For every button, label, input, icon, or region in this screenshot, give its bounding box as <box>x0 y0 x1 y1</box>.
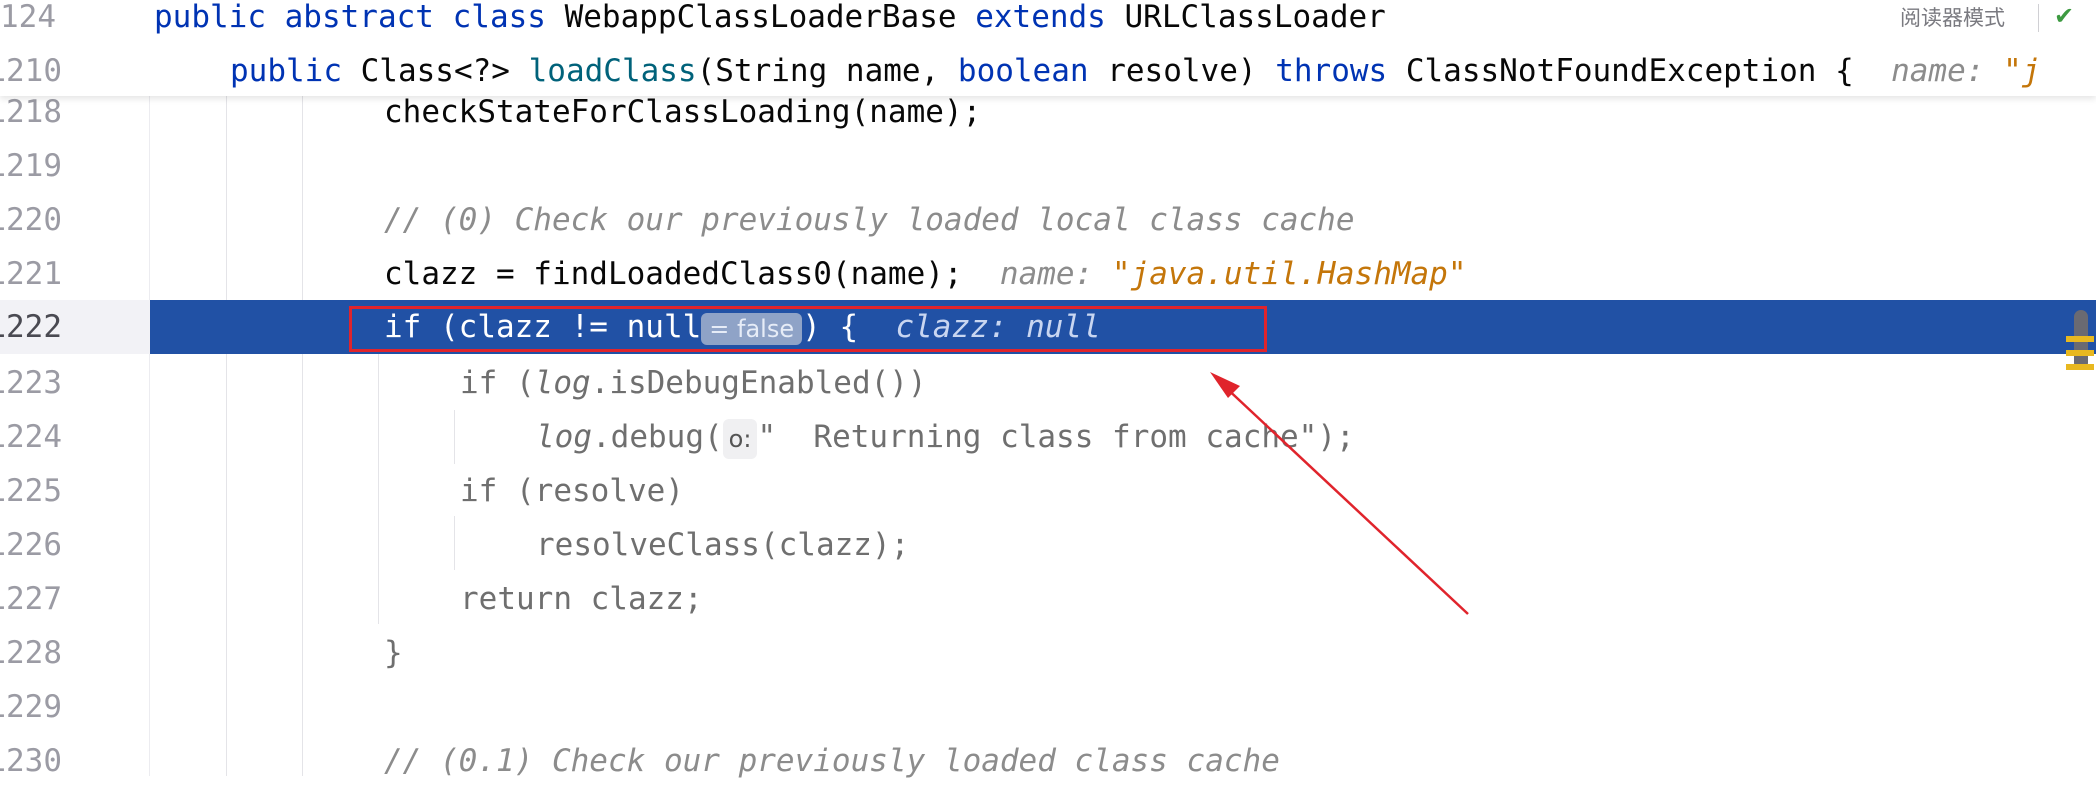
error-stripe-marker[interactable] <box>2066 350 2094 356</box>
toolbar-divider <box>2038 4 2039 32</box>
error-stripe-marker[interactable] <box>2066 364 2094 370</box>
error-stripe-marker[interactable] <box>2066 336 2094 342</box>
reader-mode-button[interactable]: 阅读器模式 <box>1900 2 2005 32</box>
annotation-arrow <box>1210 372 1469 615</box>
check-icon[interactable]: ✔ <box>2054 2 2074 30</box>
